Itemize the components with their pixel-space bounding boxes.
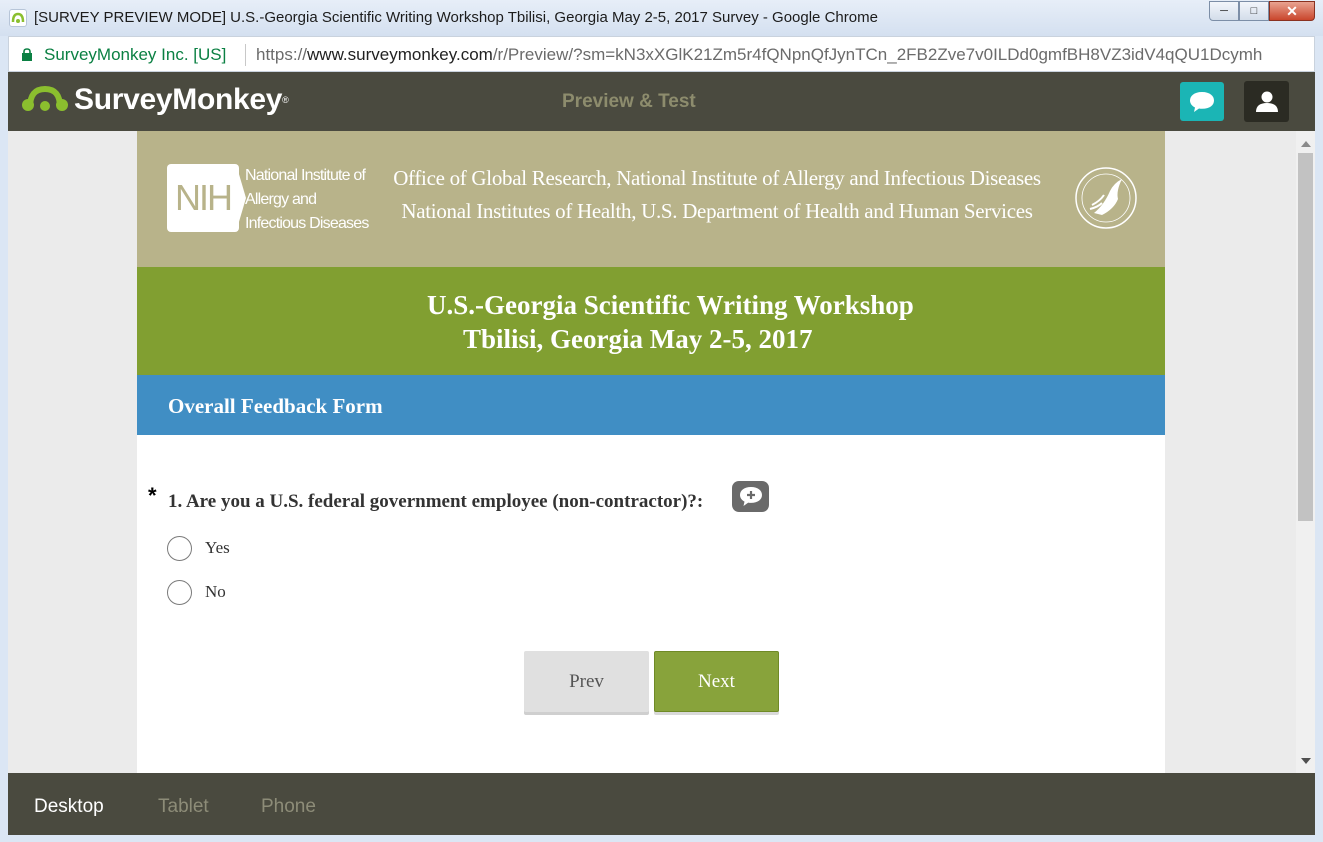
tab-tablet[interactable]: Tablet bbox=[158, 796, 209, 818]
radio-no[interactable] bbox=[167, 579, 192, 605]
url-scheme: https:// bbox=[256, 45, 308, 64]
add-comment-icon bbox=[739, 487, 762, 506]
window-bottom-border bbox=[0, 835, 1323, 842]
surveymonkey-logo[interactable]: SurveyMonkey ® bbox=[20, 83, 289, 117]
address-separator bbox=[245, 44, 246, 66]
required-marker: * bbox=[148, 483, 157, 508]
survey-title-line-2: Tbilisi, Georgia May 2-5, 2017 bbox=[463, 324, 813, 354]
survey-page: NIH National Institute of Allergy and In… bbox=[137, 131, 1165, 773]
comments-button[interactable] bbox=[1180, 82, 1224, 121]
prev-button[interactable]: Prev bbox=[524, 651, 649, 712]
question-text: 1. Are you a U.S. federal government emp… bbox=[168, 491, 704, 512]
speech-bubble-icon bbox=[1190, 91, 1214, 112]
nih-banner: NIH National Institute of Allergy and In… bbox=[137, 131, 1165, 267]
add-comment-button[interactable] bbox=[732, 481, 769, 512]
survey-title-line-1: U.S.-Georgia Scientific Writing Workshop bbox=[427, 290, 914, 320]
close-icon[interactable]: ✕ bbox=[1269, 1, 1315, 21]
option-label: No bbox=[205, 582, 226, 601]
option-yes[interactable]: Yes bbox=[167, 535, 230, 561]
preview-viewport: NIH National Institute of Allergy and In… bbox=[8, 131, 1315, 773]
page-title: Overall Feedback Form bbox=[168, 394, 383, 418]
option-label: Yes bbox=[205, 538, 230, 557]
logo-registered-mark: ® bbox=[282, 95, 289, 105]
url-path: /r/Preview/?sm=kN3xXGlK21Zm5r4fQNpnQfJyn… bbox=[492, 45, 1263, 64]
vertical-scrollbar[interactable] bbox=[1296, 131, 1315, 773]
tab-desktop[interactable]: Desktop bbox=[34, 796, 104, 818]
user-icon bbox=[1255, 91, 1278, 112]
scroll-down-arrow-icon[interactable] bbox=[1301, 758, 1311, 764]
hhs-seal-icon bbox=[1075, 167, 1137, 229]
secure-origin-label[interactable]: SurveyMonkey Inc. [US] bbox=[44, 45, 226, 65]
lock-icon bbox=[22, 48, 32, 61]
monkey-logo-icon bbox=[22, 85, 68, 111]
scroll-up-arrow-icon[interactable] bbox=[1301, 141, 1311, 147]
radio-yes[interactable] bbox=[167, 535, 192, 561]
window-title: [SURVEY PREVIEW MODE] U.S.-Georgia Scien… bbox=[34, 9, 878, 26]
browser-window: [SURVEY PREVIEW MODE] U.S.-Georgia Scien… bbox=[0, 0, 1323, 842]
page-title-band: Overall Feedback Form bbox=[137, 375, 1165, 435]
office-line-1: Office of Global Research, National Inst… bbox=[393, 166, 1041, 190]
minimize-icon[interactable]: ─ bbox=[1209, 1, 1239, 21]
logo-text: SurveyMonkey bbox=[74, 83, 283, 116]
preview-test-label: Preview & Test bbox=[562, 91, 696, 112]
maximize-icon[interactable]: □ bbox=[1239, 1, 1269, 21]
url-field[interactable]: https://www.surveymonkey.com/r/Preview/?… bbox=[256, 45, 1262, 65]
address-bar[interactable]: SurveyMonkey Inc. [US] https://www.surve… bbox=[8, 36, 1315, 72]
user-account-button[interactable] bbox=[1244, 81, 1289, 122]
tab-phone[interactable]: Phone bbox=[261, 796, 316, 818]
window-controls: ─ □ ✕ bbox=[1209, 1, 1315, 23]
surveymonkey-header: SurveyMonkey ® Preview & Test bbox=[8, 72, 1315, 131]
device-switcher-bar: Desktop Tablet Phone bbox=[8, 773, 1315, 835]
survey-title-band: U.S.-Georgia Scientific Writing Workshop… bbox=[137, 267, 1165, 375]
url-host: www.surveymonkey.com bbox=[307, 45, 493, 64]
title-bar: [SURVEY PREVIEW MODE] U.S.-Georgia Scien… bbox=[0, 0, 1323, 36]
scrollbar-thumb[interactable] bbox=[1298, 153, 1313, 521]
option-no[interactable]: No bbox=[167, 579, 226, 605]
surveymonkey-favicon-icon bbox=[9, 9, 27, 27]
next-button[interactable]: Next bbox=[654, 651, 779, 712]
office-line-2: National Institutes of Health, U.S. Depa… bbox=[401, 199, 1033, 223]
